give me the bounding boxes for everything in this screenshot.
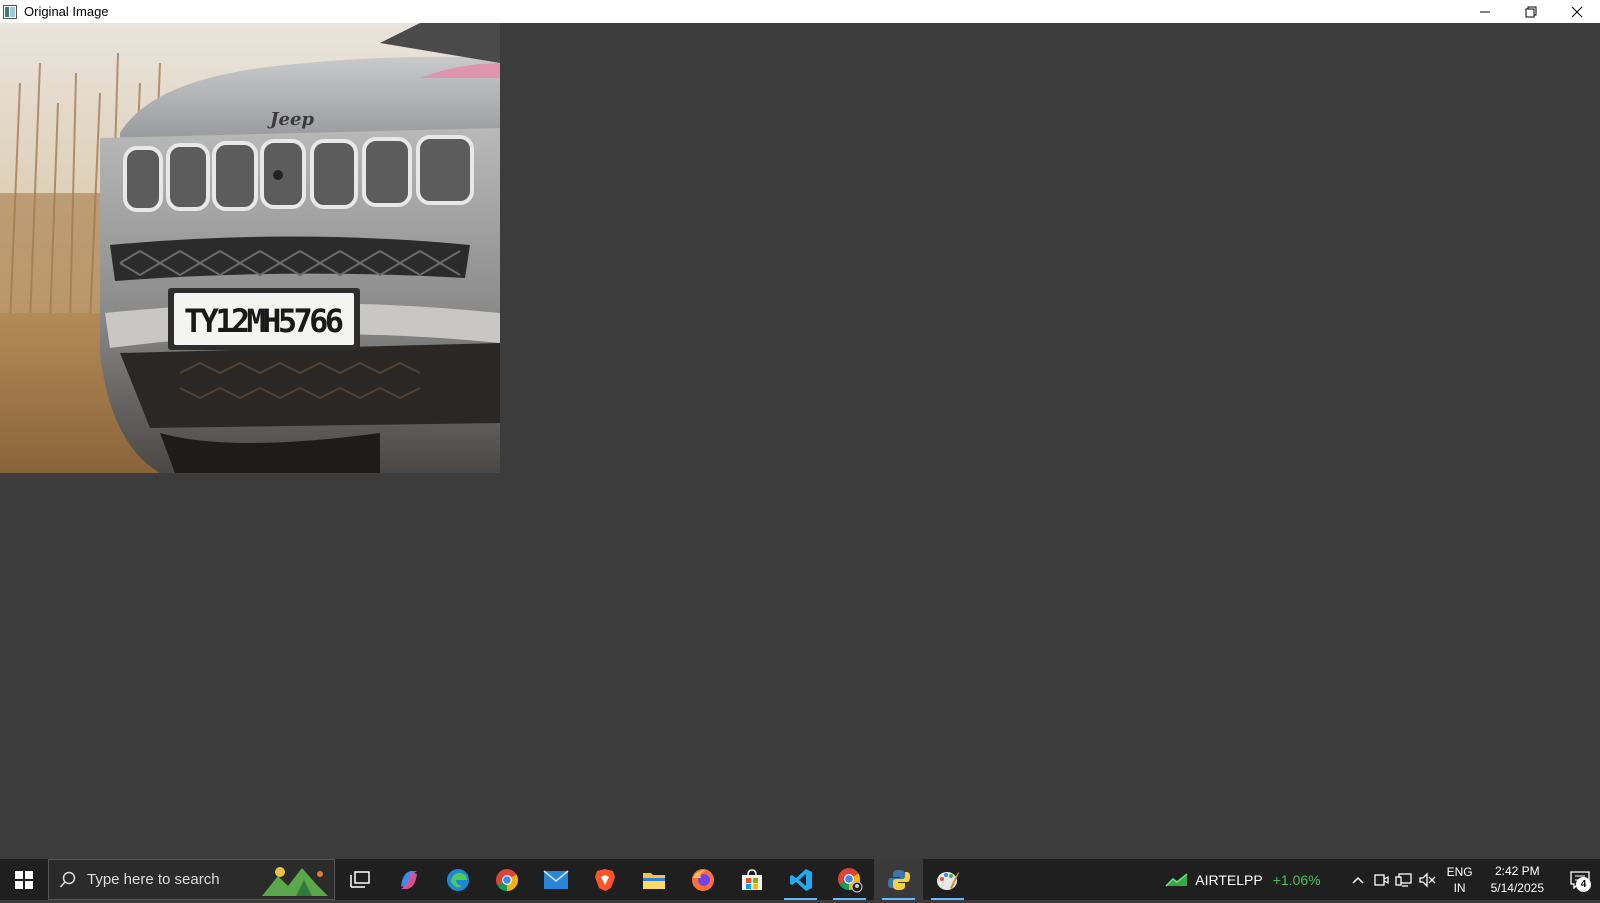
notification-count-badge: 4: [1576, 877, 1591, 892]
taskbar: Type here to search AIRTELPP +1.06% ENG …: [0, 859, 1600, 900]
input-language-indicator[interactable]: ENG IN: [1447, 864, 1473, 896]
store-icon[interactable]: [727, 859, 776, 900]
chrome-icon[interactable]: [482, 859, 531, 900]
file-explorer-icon[interactable]: [629, 859, 678, 900]
stock-trend-icon: [1165, 872, 1188, 887]
edge-icon[interactable]: [433, 859, 482, 900]
notification-center-button[interactable]: 4: [1560, 859, 1600, 900]
image-window-icon: [2, 4, 18, 20]
jeep-photo: Jeep TY12MH5766: [0, 23, 500, 473]
start-button[interactable]: [0, 859, 48, 900]
image-canvas-area: Jeep TY12MH5766: [0, 23, 1600, 859]
stock-change: +1.06%: [1272, 871, 1321, 888]
firefox-icon[interactable]: [678, 859, 727, 900]
meet-now-icon[interactable]: [1370, 859, 1393, 900]
minimize-button[interactable]: [1462, 0, 1508, 23]
clock-date: 5/14/2025: [1490, 880, 1544, 895]
lang-code: ENG: [1446, 864, 1473, 879]
mail-icon[interactable]: [531, 859, 580, 900]
show-hidden-icons-chevron-up-icon[interactable]: [1347, 859, 1370, 900]
system-tray: AIRTELPP +1.06% ENG IN 2:42 PM 5/14/2025…: [1165, 859, 1600, 900]
jeep-badge: Jeep: [267, 109, 314, 130]
restore-button[interactable]: [1508, 0, 1554, 23]
task-view-icon[interactable]: [335, 859, 384, 900]
volume-muted-icon[interactable]: [1416, 859, 1439, 900]
stock-widget[interactable]: AIRTELPP +1.06%: [1165, 871, 1321, 888]
windows-logo-icon: [15, 870, 33, 889]
lang-region: IN: [1453, 880, 1466, 895]
vscode-icon[interactable]: [776, 859, 825, 900]
window-title: Original Image: [24, 4, 109, 19]
copilot-icon[interactable]: [384, 859, 433, 900]
search-icon: [49, 871, 87, 889]
stock-name: AIRTELPP: [1195, 871, 1263, 888]
clock[interactable]: 2:42 PM 5/14/2025: [1491, 863, 1544, 897]
search-placeholder: Type here to search: [87, 871, 220, 888]
chrome-profile-icon[interactable]: [825, 859, 874, 900]
close-button[interactable]: [1554, 0, 1600, 23]
network-icon[interactable]: [1393, 859, 1416, 900]
window-titlebar[interactable]: Original Image: [0, 0, 1600, 23]
clock-time: 2:42 PM: [1494, 863, 1540, 878]
paint-icon[interactable]: [923, 859, 972, 900]
taskbar-search-box[interactable]: Type here to search: [48, 859, 335, 900]
python-icon[interactable]: [874, 859, 923, 900]
license-plate: TY12MH5766: [184, 302, 344, 340]
brave-icon[interactable]: [580, 859, 629, 900]
search-highlight-icon[interactable]: [258, 862, 330, 903]
